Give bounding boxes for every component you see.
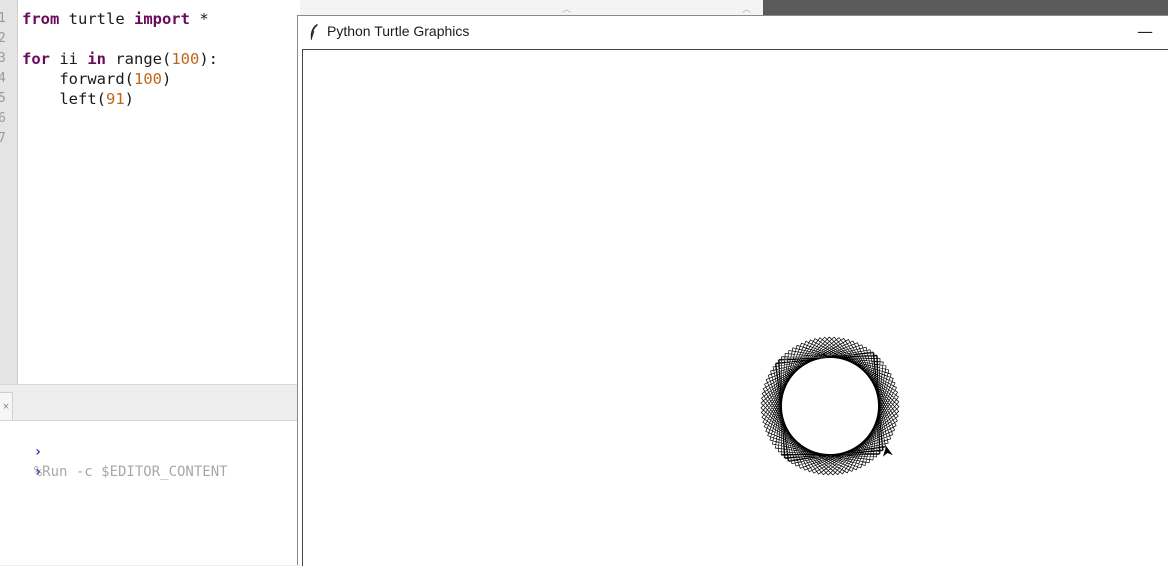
line-number: 2 — [0, 31, 6, 46]
code-token: from — [22, 10, 60, 28]
background-window — [763, 0, 1168, 15]
code-token: 91 — [106, 90, 125, 108]
code-editor[interactable]: 1 2 3 4 5 6 7 from turtle import * for ii in ra… — [0, 0, 300, 384]
code-token: ) — [124, 90, 135, 108]
turtle-path — [760, 336, 900, 476]
code-token: for — [22, 50, 50, 68]
code-line[interactable] — [22, 129, 218, 149]
minimize-button[interactable]: — — [1130, 20, 1160, 44]
feather-icon — [310, 24, 318, 41]
shell-tab-close-icon[interactable]: × — [0, 392, 13, 421]
code-token: ): — [199, 50, 218, 68]
code-token: 100 — [171, 50, 200, 68]
code-token: forward( — [22, 70, 134, 88]
code-token: 100 — [133, 70, 162, 88]
code-token: ) — [161, 70, 172, 88]
code-line[interactable] — [22, 109, 218, 129]
window-titlebar[interactable]: Python Turtle Graphics — — [298, 16, 1168, 49]
line-number: 6 — [0, 111, 6, 126]
scroll-up-icon[interactable]: ︿ — [562, 2, 572, 15]
line-number: 1 — [0, 11, 6, 26]
code-line[interactable]: forward(100) — [22, 69, 218, 89]
turtle-drawing — [760, 336, 900, 476]
code-token: left( — [22, 90, 106, 108]
code-token: import — [133, 10, 190, 28]
line-number: 5 — [0, 91, 6, 106]
shell-prompt-icon: › — [33, 464, 43, 480]
shell-panel[interactable]: › %Run -c $EDITOR_CONTENT › — [0, 420, 300, 565]
code-line[interactable]: left(91) — [22, 89, 218, 109]
line-number: 4 — [0, 71, 6, 86]
code-token: * — [189, 10, 209, 28]
shell-input-line[interactable]: › — [0, 442, 42, 502]
window-title: Python Turtle Graphics — [327, 23, 470, 39]
line-number-gutter: 1 2 3 4 5 6 7 — [0, 0, 18, 384]
code-line[interactable]: from turtle import * — [22, 9, 218, 29]
code-text[interactable]: from turtle import * for ii in range(100)… — [22, 9, 218, 149]
line-number: 3 — [0, 51, 6, 66]
code-token: range( — [106, 50, 172, 68]
line-number: 7 — [0, 131, 6, 146]
editor-tab-strip: ︿ ︿ — [300, 0, 763, 16]
code-line[interactable] — [22, 29, 218, 49]
turtle-canvas[interactable] — [302, 49, 1168, 566]
code-token: turtle — [59, 10, 134, 28]
shell-toolbar — [0, 384, 300, 421]
shell-command-text: %Run -c $EDITOR_CONTENT — [33, 464, 228, 480]
turtle-graphics-window[interactable]: Python Turtle Graphics — — [297, 15, 1168, 566]
scroll-up-icon[interactable]: ︿ — [742, 2, 752, 15]
code-line[interactable]: for ii in range(100): — [22, 49, 218, 69]
code-token: in — [87, 50, 106, 68]
code-token: ii — [50, 50, 88, 68]
